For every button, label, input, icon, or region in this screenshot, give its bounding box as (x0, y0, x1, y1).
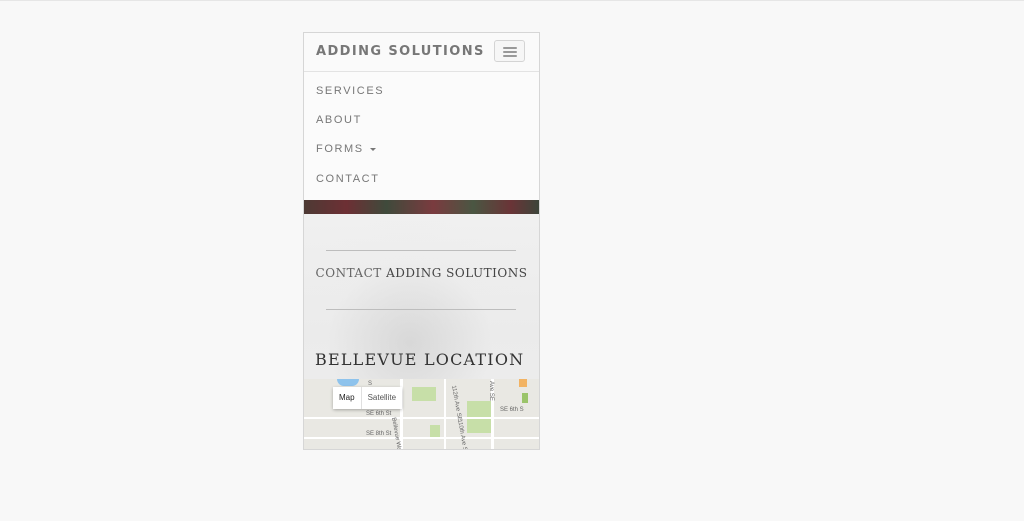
header-background-image (304, 200, 539, 214)
nav-item-services[interactable]: SERVICES (316, 85, 384, 101)
map-type-control: Map Satellite (333, 387, 403, 409)
hamburger-icon (503, 47, 517, 49)
nav-item-about[interactable]: ABOUT (316, 114, 362, 130)
map-street-label: SE 8th St (366, 431, 392, 437)
contact-heading-prefix: CONTACT (315, 266, 382, 280)
divider-bottom (326, 309, 516, 310)
caret-down-icon (369, 147, 376, 151)
map-widget[interactable]: SE 6th St SE 8th St SE 6th S Bellevue Wa… (304, 379, 539, 449)
nav-menu: SERVICES ABOUT FORMS CONTACT (304, 72, 539, 200)
mobile-viewport: ADDING SOLUTIONS SERVICES ABOUT FORMS CO… (303, 32, 540, 450)
divider-top (326, 250, 516, 251)
page-top-border (0, 0, 1024, 1)
contact-heading: CONTACT ADDING SOLUTIONS (304, 266, 539, 280)
menu-toggle-button[interactable] (494, 40, 525, 62)
map-road (304, 437, 539, 439)
map-road (304, 417, 539, 419)
map-poi (519, 379, 527, 387)
map-type-map-button[interactable]: Map (333, 387, 361, 409)
brand-logo[interactable]: ADDING SOLUTIONS (316, 44, 485, 59)
map-street-label: SE 6th S (500, 407, 524, 413)
hamburger-icon (503, 55, 517, 57)
map-street-label: SE 6th St (366, 411, 392, 417)
nav-item-label: SERVICES (316, 85, 385, 97)
map-water (337, 379, 359, 386)
nav-item-label: ABOUT (316, 114, 362, 126)
nav-item-contact[interactable]: CONTACT (316, 173, 380, 189)
location-heading: BELLEVUE LOCATION (315, 350, 525, 369)
hamburger-icon (503, 51, 517, 53)
map-street-label: 112th Ave SE (450, 385, 463, 422)
map-park (412, 387, 436, 401)
nav-item-label: FORMS (316, 143, 364, 155)
map-street-label: Ave SE (488, 381, 494, 401)
nav-item-forms[interactable]: FORMS (316, 143, 376, 159)
map-type-satellite-button[interactable]: Satellite (360, 387, 403, 409)
contact-heading-company: ADDING SOLUTIONS (386, 266, 528, 280)
nav-item-label: CONTACT (316, 173, 380, 185)
map-park (522, 393, 528, 403)
navbar: ADDING SOLUTIONS (304, 33, 539, 72)
